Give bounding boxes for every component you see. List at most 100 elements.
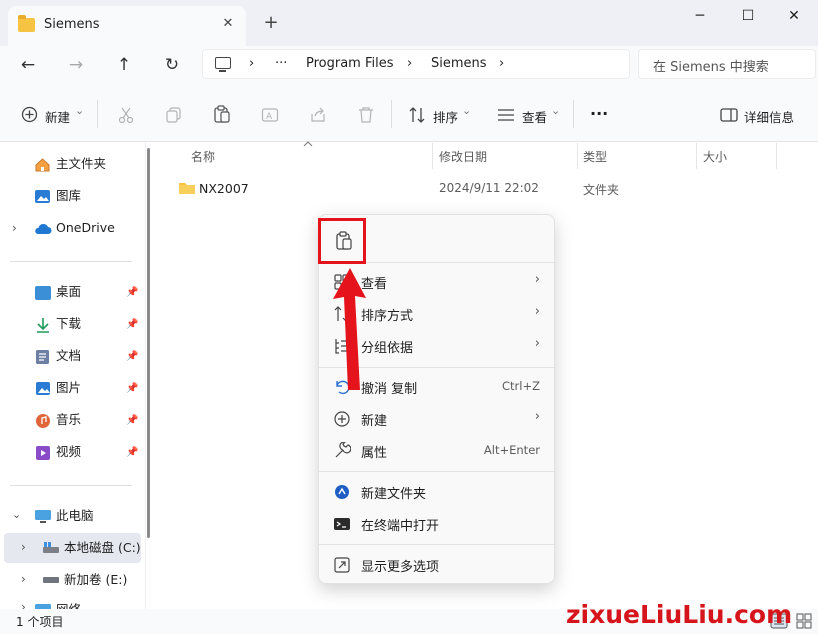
column-divider[interactable]	[432, 143, 433, 169]
back-button[interactable]: ←	[16, 54, 40, 76]
column-divider[interactable]	[696, 143, 697, 169]
videos-icon	[36, 446, 50, 460]
computer-icon	[215, 57, 231, 72]
column-divider[interactable]	[776, 143, 777, 169]
music-icon	[36, 414, 50, 428]
gallery-icon	[35, 190, 50, 203]
address-bar[interactable]: › ··· Program Files › Siemens ›	[202, 49, 630, 79]
new-button[interactable]: 新建	[45, 107, 70, 126]
item-count: 1 个项目	[16, 615, 64, 629]
sidebar-item-drive-c[interactable]: 本地磁盘 (C:)	[64, 537, 141, 559]
menu-label: 在终端中打开	[361, 519, 440, 534]
paste-icon[interactable]	[213, 105, 231, 124]
search-input[interactable]: 在 Siemens 中搜索	[638, 49, 816, 79]
column-divider[interactable]	[577, 143, 578, 169]
sidebar-item-drive-e[interactable]: 新加卷 (E:)	[64, 569, 127, 591]
sort-button[interactable]: 排序	[433, 107, 458, 126]
tab-title: Siemens	[44, 17, 100, 32]
terminal-icon	[334, 518, 350, 530]
column-header-size[interactable]: 大小	[703, 148, 727, 165]
folder-icon	[18, 15, 35, 32]
breadcrumb-separator[interactable]: ›	[407, 50, 412, 78]
sidebar-item-documents[interactable]: 文档	[56, 345, 81, 367]
menu-item-more-options[interactable]: 显示更多选项	[319, 550, 556, 580]
menu-label: 显示更多选项	[361, 560, 440, 575]
menu-item-properties[interactable]: 属性 Alt+Enter	[319, 436, 556, 466]
pin-icon: 📌	[126, 351, 139, 362]
documents-icon	[36, 350, 49, 364]
view-icon	[498, 109, 514, 121]
file-type: 文件夹	[583, 183, 620, 197]
column-header-type[interactable]: 类型	[583, 148, 607, 165]
sidebar-item-gallery[interactable]: 图库	[56, 185, 81, 207]
drive-c-icon	[43, 542, 59, 553]
sidebar-item-desktop[interactable]: 桌面	[56, 281, 81, 303]
breadcrumb-siemens[interactable]: Siemens	[431, 50, 487, 78]
share-icon[interactable]	[309, 106, 327, 124]
breadcrumb-separator[interactable]: ›	[249, 50, 254, 78]
expand-icon	[334, 557, 350, 573]
pin-icon: 📌	[126, 447, 139, 458]
view-button[interactable]: 查看	[522, 107, 547, 126]
more-options-button[interactable]: ···	[590, 104, 608, 123]
copy-icon[interactable]	[165, 106, 183, 124]
breadcrumb-separator[interactable]: ›	[499, 50, 504, 78]
sidebar-item-music[interactable]: 音乐	[56, 409, 81, 431]
sidebar-divider	[10, 485, 132, 486]
cut-icon[interactable]	[117, 106, 135, 124]
up-button[interactable]: ↑	[112, 54, 136, 76]
this-pc-icon	[35, 510, 51, 523]
delete-icon[interactable]	[357, 106, 375, 124]
sidebar-network-clip: › 网络	[0, 598, 145, 609]
chevron-right-icon: ›	[534, 304, 540, 319]
sort-ascending-icon	[303, 141, 313, 147]
menu-shortcut: Alt+Enter	[483, 443, 540, 457]
new-plus-icon	[334, 411, 350, 427]
details-button[interactable]: 详细信息	[744, 107, 794, 126]
expand-chevron-icon[interactable]: ›	[21, 600, 26, 609]
expand-chevron-icon[interactable]: ›	[21, 572, 26, 586]
new-tab-button[interactable]: +	[260, 12, 282, 34]
column-header-modified[interactable]: 修改日期	[439, 148, 487, 165]
tab-close-icon[interactable]: ✕	[218, 14, 238, 34]
menu-divider	[319, 471, 556, 472]
annotation-arrow-icon	[333, 268, 366, 390]
menu-shortcut: Ctrl+Z	[502, 379, 540, 393]
svg-text:A: A	[266, 112, 273, 122]
sidebar-item-network[interactable]: 网络	[56, 599, 81, 609]
menu-item-terminal[interactable]: 在终端中打开	[319, 509, 556, 539]
sidebar-item-this-pc[interactable]: 此电脑	[56, 505, 94, 527]
table-row[interactable]: NX2007 2024/9/11 22:02 文件夹	[172, 176, 812, 200]
sidebar-item-videos[interactable]: 视频	[56, 441, 81, 463]
column-header-name[interactable]: 名称	[191, 148, 215, 165]
expand-chevron-icon[interactable]: ›	[12, 221, 17, 235]
pin-icon: 📌	[126, 319, 139, 330]
file-name[interactable]: NX2007	[199, 181, 249, 196]
sidebar-item-downloads[interactable]: 下载	[56, 313, 81, 335]
tab-siemens[interactable]: Siemens ✕	[8, 6, 246, 46]
forward-button[interactable]: →	[64, 54, 88, 76]
chevron-right-icon: ›	[534, 409, 540, 424]
pin-icon: 📌	[126, 287, 139, 298]
maximize-button[interactable]: ☐	[728, 6, 768, 26]
wrench-icon	[335, 442, 351, 458]
watermark-text: zixueLiuLiu.com	[566, 600, 793, 629]
details-pane-icon	[720, 108, 738, 122]
close-button[interactable]: ✕	[774, 6, 814, 26]
minimize-button[interactable]: ─	[680, 6, 720, 26]
sidebar-item-home[interactable]: 主文件夹	[56, 153, 106, 175]
sidebar-item-pictures[interactable]: 图片	[56, 377, 81, 399]
menu-item-new[interactable]: 新建 ›	[319, 404, 556, 434]
chevron-down-icon: ⌄	[551, 104, 561, 117]
rename-icon[interactable]: A	[261, 106, 279, 124]
breadcrumb-program-files[interactable]: Program Files	[306, 50, 394, 78]
tiles-view-icon[interactable]	[796, 613, 812, 629]
breadcrumb-ellipsis[interactable]: ···	[275, 50, 287, 78]
sidebar-item-onedrive[interactable]: OneDrive	[56, 217, 115, 239]
desktop-icon	[35, 286, 51, 300]
menu-item-new-folder[interactable]: 新建文件夹	[319, 477, 556, 507]
scrollbar-thumb[interactable]	[147, 148, 150, 538]
refresh-button[interactable]: ↻	[160, 54, 184, 76]
expand-chevron-icon[interactable]: ›	[21, 540, 26, 554]
collapse-chevron-icon[interactable]: ⌄	[12, 508, 21, 521]
